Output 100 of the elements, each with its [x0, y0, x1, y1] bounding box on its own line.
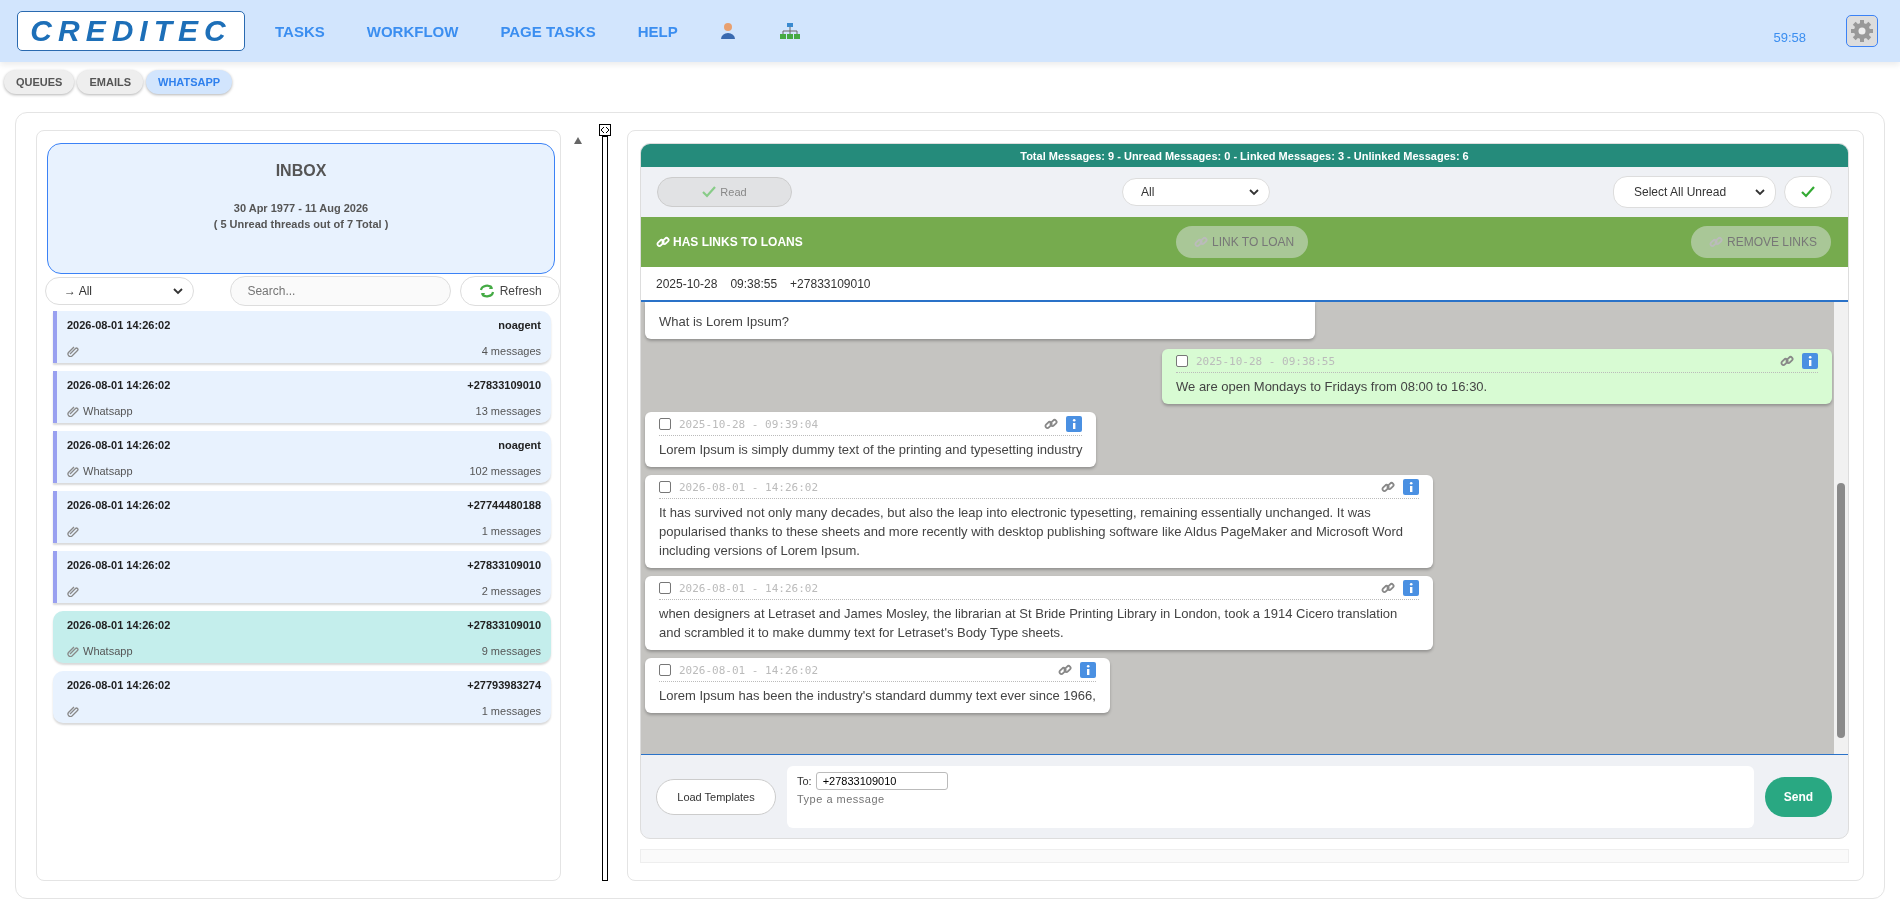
message-time: 2025-10-28 - 09:38:55: [1196, 354, 1336, 368]
inbox-title: INBOX: [275, 162, 327, 180]
person-icon[interactable]: [719, 22, 738, 40]
message-count: 9 messages: [481, 645, 541, 657]
thread-item[interactable]: 2026-08-01 14:26:02 noagent Whatsapp 102 messages: [53, 431, 551, 483]
paperclip-icon: [67, 705, 79, 717]
thread-time: 2026-08-01 14:26:02: [67, 319, 171, 331]
thread-channel: Whatsapp: [83, 465, 133, 477]
thread-contact: noagent: [498, 319, 541, 331]
check-icon: [702, 186, 717, 198]
refresh-button[interactable]: Refresh: [460, 276, 560, 306]
message-checkbox[interactable]: [659, 481, 671, 493]
link-icon: [1194, 235, 1208, 249]
message-checkbox[interactable]: [1176, 355, 1188, 367]
info-date: 2025-10-28: [656, 276, 718, 291]
message-count: 2 messages: [481, 585, 541, 597]
thread-item[interactable]: 2026-08-01 14:26:02 noagent 4 messages: [53, 311, 551, 363]
message-time: 2026-08-01 - 14:26:02: [679, 480, 819, 494]
message-text: Lorem Ipsum has been the industry's standard dummy text ever since 1966,: [659, 687, 1096, 705]
recipient-field[interactable]: +27833109010: [815, 771, 948, 790]
tab[interactable]: QUEUES: [4, 70, 75, 94]
thread-time: 2026-08-01 14:26:02: [67, 439, 171, 451]
panel-splitter[interactable]: [602, 136, 608, 881]
paperclip-icon: [67, 525, 79, 537]
thread-contact: +27744480188: [467, 499, 541, 511]
info-time: 09:38:55: [730, 276, 778, 291]
scroll-up-arrow[interactable]: [574, 137, 582, 144]
to-label: To:: [797, 774, 812, 787]
thread-contact: +27833109010: [467, 619, 541, 631]
message-text: Lorem Ipsum is simply dummy text of the printing and typesetting industry: [659, 441, 1083, 459]
message-text: We are open Mondays to Fridays from 08:00 to 16:30.: [1176, 378, 1489, 396]
caret-icon: [1249, 188, 1259, 196]
confirm-button[interactable]: [1784, 176, 1832, 208]
caret-icon: [173, 287, 184, 295]
message-time: 2025-10-28 - 09:39:04: [679, 417, 819, 431]
load-templates-button[interactable]: Load Templates: [656, 778, 776, 815]
info-icon[interactable]: [1403, 580, 1419, 596]
paperclip-icon: [67, 465, 79, 477]
link-icon: [1381, 581, 1395, 595]
thread-item[interactable]: 2026-08-01 14:26:02 +27793983274 1 messages: [53, 671, 551, 723]
thread-time: 2026-08-01 14:26:02: [67, 679, 171, 691]
message-checkbox[interactable]: [659, 582, 671, 594]
thread-channel: Whatsapp: [83, 645, 133, 657]
link-icon: [1057, 663, 1072, 677]
thread-contact: +27833109010: [467, 379, 541, 391]
filter-dropdown[interactable]: → All: [45, 277, 195, 305]
message-count: 4 messages: [481, 345, 541, 357]
tab[interactable]: EMAILS: [77, 70, 144, 94]
link-icon: [1044, 417, 1059, 431]
scrollbar[interactable]: [1834, 302, 1848, 754]
message-time: 2026-08-01 - 14:26:02: [679, 663, 819, 677]
refresh-icon: [478, 284, 495, 298]
info-phone: +27833109010: [790, 276, 871, 291]
unread-summary: ( 5 Unread threads out of 7 Total ): [213, 218, 389, 230]
links-title: HAS LINKS TO LOANS: [656, 235, 1176, 249]
info-icon[interactable]: [1802, 353, 1818, 369]
link-icon: [656, 235, 670, 249]
message-text: It has survived not only many decades, but also the leap into electronic typesetting, remaining essentially unchanged. It was popularised thanks to these sheets and more recently with desktop publishing software like Aldus PageMaker and Microsoft Word including versions of Lorem Ipsum.: [659, 504, 1405, 560]
resize-icon: [599, 124, 611, 136]
check-icon: [1801, 186, 1815, 198]
paperclip-icon: [67, 345, 79, 357]
message-text: What is Lorem Ipsum?: [659, 313, 791, 331]
message-count: 102 messages: [469, 465, 541, 477]
message-filter-dropdown[interactable]: All: [1122, 178, 1270, 206]
thread-item[interactable]: 2026-08-01 14:26:02 +27833109010 Whatsapp 13 messages: [53, 371, 551, 423]
message-count: 1 messages: [481, 705, 541, 717]
settings-icon: [1850, 19, 1874, 43]
thread-channel: Whatsapp: [83, 405, 133, 417]
session-timer: 59:58: [1773, 29, 1806, 45]
thread-time: 2026-08-01 14:26:02: [67, 619, 171, 631]
search-field[interactable]: Search...: [230, 276, 452, 306]
link-icon: [1381, 480, 1395, 494]
message-count: 1 messages: [481, 525, 541, 537]
message-count: 13 messages: [475, 405, 541, 417]
thread-contact: +27793983274: [467, 679, 541, 691]
info-icon[interactable]: [1403, 479, 1419, 495]
message-checkbox[interactable]: [659, 418, 671, 430]
message-checkbox[interactable]: [659, 664, 671, 676]
message-text: when designers at Letraset and James Mosley, the librarian at St Bride Printing Library in London, took a 1914 Cicero translation and scrambled it to make dummy text for Letraset's Body Type sheets.: [659, 605, 1399, 642]
thread-item[interactable]: 2026-08-01 14:26:02 +27833109010 2 messages: [53, 551, 551, 603]
thread-item[interactable]: 2026-08-01 14:26:02 +27744480188 1 messages: [53, 491, 551, 543]
paperclip-icon: [67, 405, 79, 417]
settings-button[interactable]: [1846, 15, 1878, 47]
select-all-dropdown[interactable]: Select All Unread: [1613, 176, 1776, 208]
info-icon[interactable]: [1079, 662, 1096, 678]
paperclip-icon: [67, 585, 79, 597]
caret-icon: [1755, 188, 1765, 196]
stats-bar: Total Messages: 9 - Unread Messages: 0 - Linked Messages: 3 - Unlinked Messages: 6: [641, 144, 1848, 167]
paperclip-icon: [67, 645, 79, 657]
info-icon[interactable]: [1066, 416, 1083, 432]
date-range: 30 Apr 1977 - 11 Aug 2026: [233, 202, 369, 214]
thread-contact: noagent: [498, 439, 541, 451]
thread-time: 2026-08-01 14:26:02: [67, 379, 171, 391]
thread-contact: +27833109010: [467, 559, 541, 571]
link-icon: [1708, 235, 1723, 249]
hierarchy-icon[interactable]: [779, 22, 800, 40]
thread-time: 2026-08-01 14:26:02: [67, 499, 171, 511]
thread-item[interactable]: 2026-08-01 14:26:02 +27833109010 Whatsapp 9 messages: [53, 611, 551, 663]
link-icon: [1780, 354, 1794, 368]
logo[interactable]: CREDITEC: [17, 11, 245, 51]
